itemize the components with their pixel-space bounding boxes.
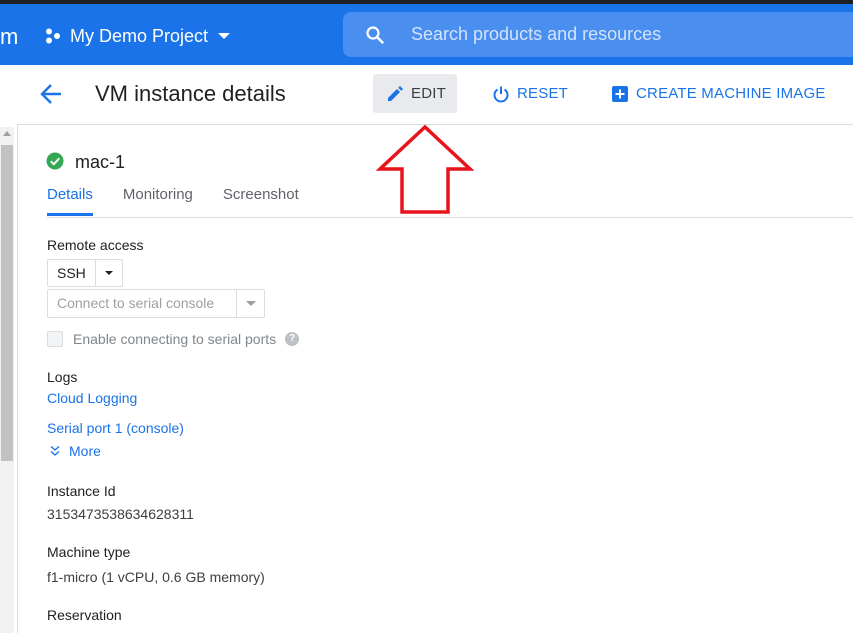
tab-divider — [47, 217, 853, 218]
project-hub-icon — [46, 28, 60, 44]
caret-down-icon — [218, 33, 231, 39]
help-icon[interactable]: ? — [285, 332, 300, 346]
reservation-label: Reservation — [47, 607, 122, 623]
ssh-dropdown-button[interactable] — [95, 260, 122, 286]
power-icon — [493, 86, 509, 102]
serial-console-dropdown — [236, 290, 264, 317]
reset-button[interactable]: RESET — [492, 74, 568, 113]
back-arrow-icon[interactable] — [39, 83, 63, 105]
annotation-arrow — [376, 124, 475, 214]
page-title: VM instance details — [95, 81, 286, 106]
search-bar[interactable] — [343, 12, 853, 57]
search-input[interactable] — [409, 23, 813, 46]
add-box-icon — [612, 85, 628, 102]
pencil-icon — [388, 85, 403, 101]
create-machine-image-label: CREATE MACHINE IMAGE — [636, 85, 826, 102]
serial-port-link[interactable]: Serial port 1 (console) — [47, 420, 184, 436]
more-toggle[interactable]: More — [49, 443, 101, 459]
tab-screenshot[interactable]: Screenshot — [223, 186, 299, 217]
instance-id-label: Instance Id — [47, 483, 116, 499]
tab-details[interactable]: Details — [47, 186, 93, 217]
scroll-up-icon[interactable] — [3, 131, 11, 136]
remote-access-label: Remote access — [47, 237, 144, 253]
enable-serial-checkbox[interactable] — [47, 331, 63, 347]
serial-console-button: Connect to serial console — [47, 289, 265, 318]
edit-button[interactable]: EDIT — [373, 74, 457, 113]
create-machine-image-button[interactable]: CREATE MACHINE IMAGE — [611, 74, 826, 113]
brand-text-fragment: m — [0, 24, 19, 49]
reset-label: RESET — [517, 85, 569, 102]
machine-type-value: f1-micro (1 vCPU, 0.6 GB memory) — [47, 569, 265, 585]
tab-bar: Details Monitoring Screenshot — [47, 186, 329, 217]
cloud-logging-link[interactable]: Cloud Logging — [47, 390, 137, 406]
page-header: VM instance details EDIT RESET CREATE MA… — [17, 65, 853, 125]
machine-type-label: Machine type — [47, 544, 131, 560]
dropdown-arrow-icon — [245, 301, 256, 306]
project-selector[interactable]: My Demo Project — [44, 22, 231, 50]
double-chevron-down-icon — [50, 445, 60, 456]
enable-serial-row: Enable connecting to serial ports ? — [47, 331, 300, 347]
project-name: My Demo Project — [70, 25, 209, 46]
edit-label: EDIT — [411, 85, 446, 102]
enable-serial-label: Enable connecting to serial ports — [73, 331, 277, 347]
logs-label: Logs — [47, 369, 78, 385]
instance-id-value: 3153473538634628311 — [47, 506, 194, 522]
tab-monitoring[interactable]: Monitoring — [123, 186, 193, 217]
serial-console-label: Connect to serial console — [57, 295, 215, 311]
search-icon — [365, 25, 385, 45]
scrollbar-thumb[interactable] — [1, 145, 13, 461]
more-label: More — [69, 443, 101, 459]
ssh-split-button[interactable]: SSH — [47, 259, 123, 287]
top-app-bar: m My Demo Project — [0, 4, 853, 65]
instance-name: mac-1 — [75, 152, 126, 172]
ssh-button-label[interactable]: SSH — [48, 260, 95, 286]
dropdown-arrow-icon — [105, 271, 113, 275]
check-circle-icon — [46, 152, 64, 170]
